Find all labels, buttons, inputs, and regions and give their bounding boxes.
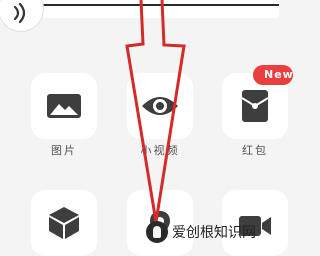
annotation-arrow [125, 0, 186, 223]
watermark-logo-icon [146, 221, 168, 243]
watermark-text: 爱创根知识网 [172, 225, 256, 241]
watermark: 爱创根知识网 [146, 220, 256, 244]
